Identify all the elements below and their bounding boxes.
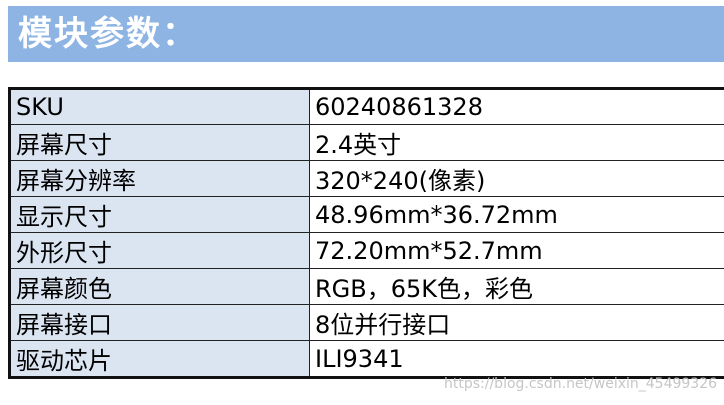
section-title: 模块参数：: [18, 14, 198, 54]
spec-value-outline-size: 72.20mm*52.7mm: [309, 232, 724, 269]
table-row: SKU 60240861328: [8, 87, 724, 125]
spec-label-screen-size: 屏幕尺寸: [8, 124, 310, 161]
spec-value-screen-size: 2.4英寸: [309, 124, 724, 161]
spec-value-driver-chip: ILI9341: [309, 340, 724, 379]
table-row: 屏幕接口 8位并行接口: [8, 304, 724, 341]
spec-label-display-size: 显示尺寸: [8, 196, 310, 233]
spec-label-resolution: 屏幕分辨率: [8, 160, 310, 197]
spec-value-screen-interface: 8位并行接口: [309, 304, 724, 341]
spec-label-sku: SKU: [8, 87, 310, 125]
spec-label-driver-chip: 驱动芯片: [8, 340, 310, 379]
spec-label-outline-size: 外形尺寸: [8, 232, 310, 269]
table-row: 屏幕颜色 RGB，65K色，彩色: [8, 268, 724, 305]
table-row: 显示尺寸 48.96mm*36.72mm: [8, 196, 724, 233]
spec-value-sku: 60240861328: [309, 87, 724, 125]
table-row: 屏幕分辨率 320*240(像素): [8, 160, 724, 197]
spec-value-screen-color: RGB，65K色，彩色: [309, 268, 724, 305]
table-row: 屏幕尺寸 2.4英寸: [8, 124, 724, 161]
table-row: 外形尺寸 72.20mm*52.7mm: [8, 232, 724, 269]
watermark: https://blog.csdn.net/weixin_45499326: [444, 376, 718, 392]
table-row: 驱动芯片 ILI9341: [8, 340, 724, 379]
section-header: 模块参数：: [8, 6, 724, 62]
spec-value-display-size: 48.96mm*36.72mm: [309, 196, 724, 233]
spec-label-screen-interface: 屏幕接口: [8, 304, 310, 341]
spec-value-resolution: 320*240(像素): [309, 160, 724, 197]
spec-table: SKU 60240861328 屏幕尺寸 2.4英寸 屏幕分辨率 320*240…: [8, 87, 724, 379]
spec-label-screen-color: 屏幕颜色: [8, 268, 310, 305]
